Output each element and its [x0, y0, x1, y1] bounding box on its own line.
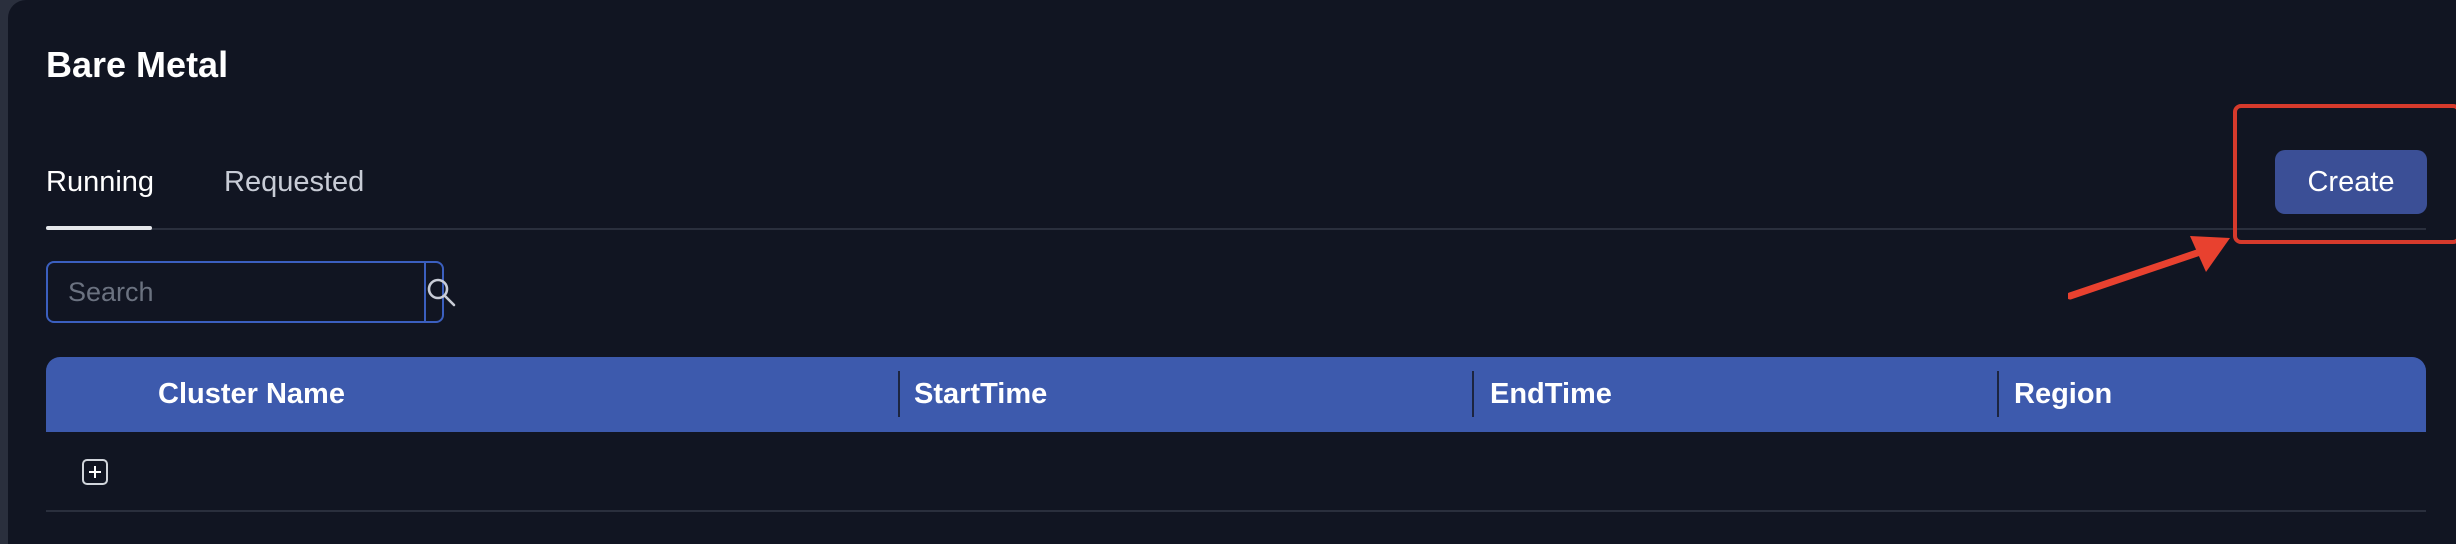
tab-requested[interactable]: Requested [224, 166, 364, 199]
search-box [46, 261, 456, 323]
plus-icon [89, 466, 101, 478]
column-header-cluster-name[interactable]: Cluster Name [158, 357, 345, 432]
table-header: Cluster Name StartTime EndTime Region [46, 357, 2426, 432]
column-separator[interactable] [1472, 371, 1474, 417]
main-panel: Bare Metal Running Requested Create Clus… [8, 0, 2456, 544]
column-header-region[interactable]: Region [2014, 357, 2112, 432]
expand-row-button[interactable] [82, 459, 108, 485]
search-button[interactable] [424, 263, 456, 321]
tab-running-label: Running [46, 166, 155, 198]
annotation-highlight-box [2233, 104, 2456, 244]
column-separator[interactable] [1997, 371, 1999, 417]
search-icon [427, 278, 456, 307]
tab-running[interactable]: Running [46, 166, 155, 230]
table-row [46, 432, 2426, 512]
page-title: Bare Metal [46, 44, 229, 85]
active-tab-indicator [46, 226, 152, 230]
tab-requested-label: Requested [224, 166, 365, 198]
tab-bar: Running Requested [46, 148, 2426, 230]
column-header-start-time[interactable]: StartTime [914, 357, 1047, 432]
column-header-end-time[interactable]: EndTime [1490, 357, 1612, 432]
annotation-arrow-icon [2068, 236, 2230, 300]
search-input[interactable] [48, 263, 424, 321]
column-separator[interactable] [898, 371, 900, 417]
